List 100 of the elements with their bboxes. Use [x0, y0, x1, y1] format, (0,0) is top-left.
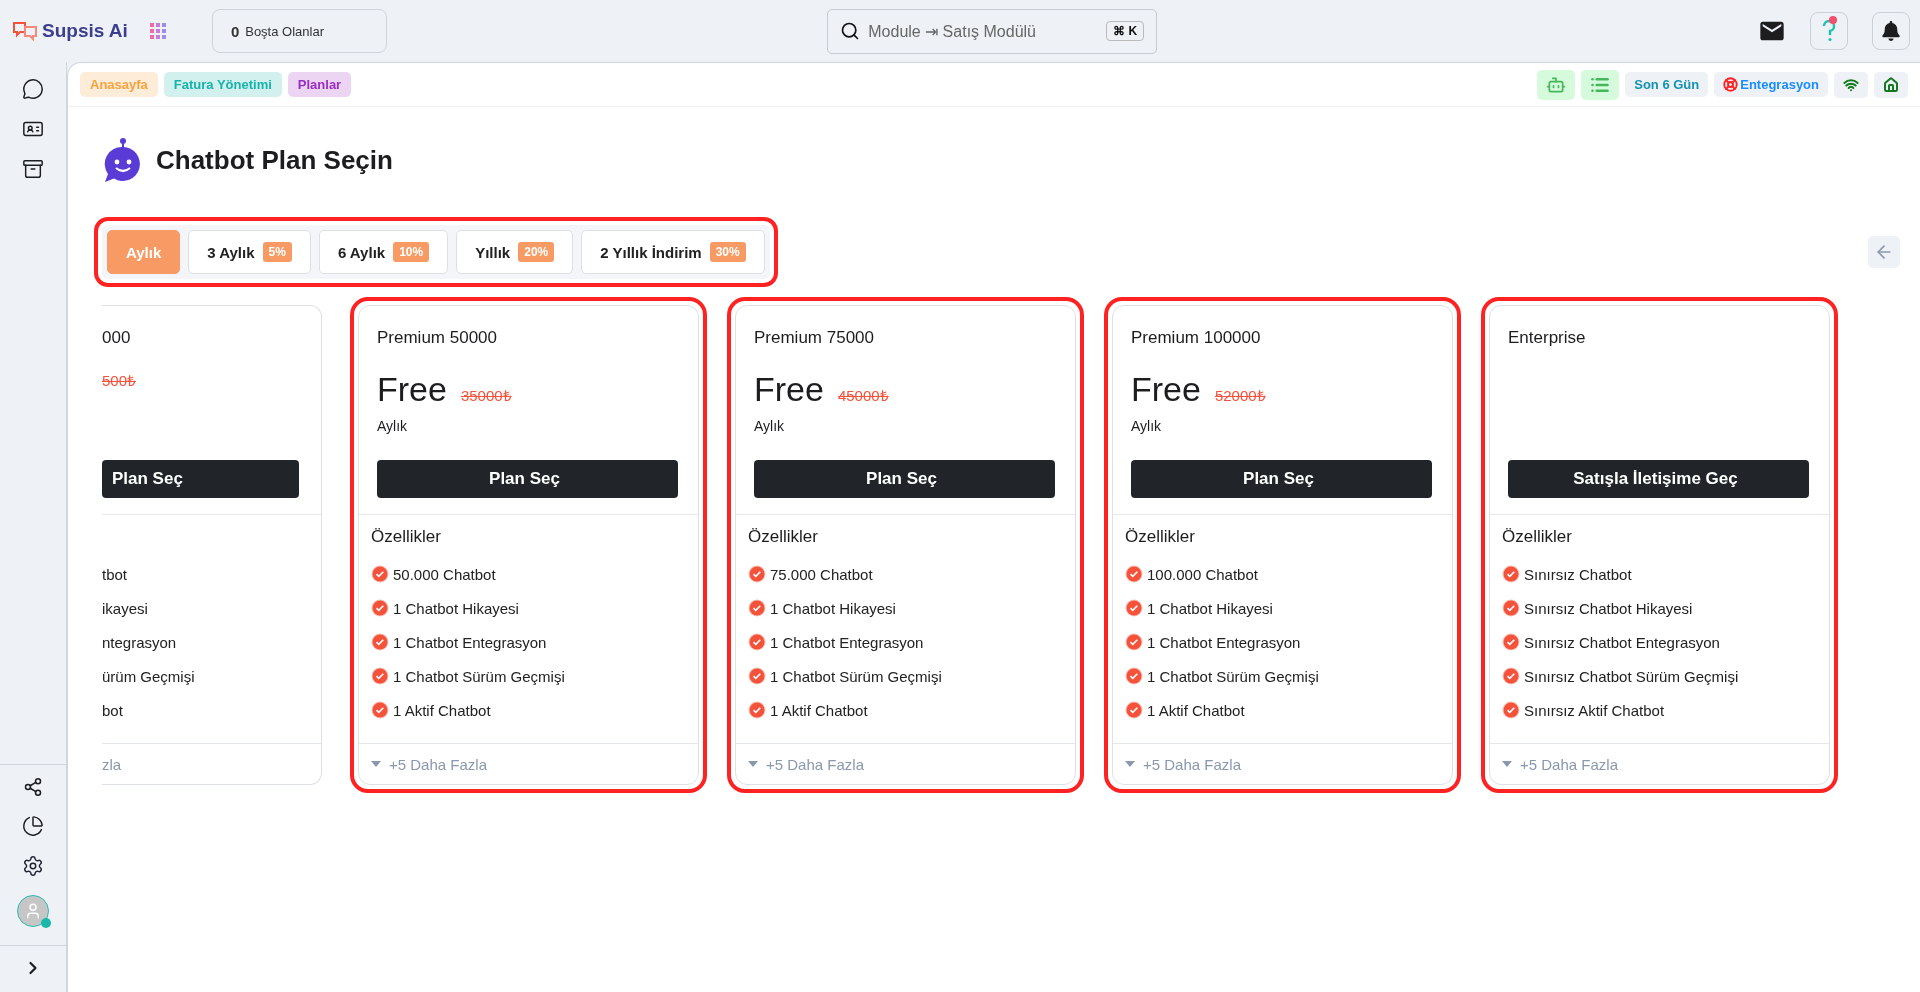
- check-icon: [1125, 667, 1143, 685]
- plan-name: Enterprise: [1508, 328, 1587, 348]
- check-icon: [1502, 667, 1520, 685]
- select-plan-button[interactable]: Plan Seç: [1131, 460, 1432, 498]
- check-icon: [748, 667, 766, 685]
- bot-status-chip[interactable]: [1537, 69, 1576, 100]
- old-price: 35000₺: [460, 386, 512, 405]
- breadcrumb-tab[interactable]: Planlar: [287, 72, 352, 97]
- billing-period: Aylık: [377, 418, 408, 434]
- archive-icon[interactable]: [22, 158, 44, 180]
- select-plan-button[interactable]: Satışla İletişime Geç: [1508, 460, 1809, 498]
- app-logo: Supsis Ai: [42, 20, 128, 42]
- check-icon: [748, 633, 766, 651]
- bell-icon: [1881, 21, 1901, 41]
- feature-text: 1 Aktif Chatbot: [1147, 701, 1245, 719]
- discount-badge: 5%: [262, 242, 292, 262]
- feature-text: 1 Chatbot Sürüm Geçmişi: [1147, 667, 1319, 685]
- feature-text: bot: [102, 701, 123, 719]
- old-price: 500₺: [102, 371, 137, 390]
- feature-text: 1 Chatbot Hikayesi: [393, 599, 519, 617]
- select-plan-button[interactable]: Plan Seç: [102, 460, 299, 498]
- feature-text: 1 Chatbot Hikayesi: [770, 599, 896, 617]
- discount-badge: 10%: [393, 242, 430, 262]
- feature-text: 1 Aktif Chatbot: [770, 701, 868, 719]
- check-icon: [1125, 633, 1143, 651]
- home-chip[interactable]: [1874, 71, 1908, 98]
- question-icon: [1822, 20, 1836, 42]
- check-icon: [371, 599, 389, 617]
- online-dot: [41, 918, 51, 928]
- feature-text: ikayesi: [102, 599, 148, 617]
- check-icon: [371, 667, 389, 685]
- feature-text: 1 Aktif Chatbot: [393, 701, 491, 719]
- check-icon: [371, 701, 389, 719]
- select-plan-button[interactable]: Plan Seç: [754, 460, 1055, 498]
- check-icon: [371, 633, 389, 651]
- plan-price: Free: [754, 370, 824, 409]
- feature-text: Sınırsız Chatbot Entegrasyon: [1524, 633, 1720, 651]
- list-status-chip[interactable]: [1581, 69, 1620, 100]
- feature-text: 1 Chatbot Hikayesi: [1147, 599, 1273, 617]
- feature-text: ntegrasyon: [102, 633, 177, 651]
- features-title: Özellikler: [748, 527, 818, 546]
- check-icon: [1125, 599, 1143, 617]
- period-tab[interactable]: 3 Aylık 5%: [188, 230, 311, 274]
- search-field[interactable]: Module ⇥ Satış Modülü ⌘ K: [827, 8, 1158, 54]
- feature-text: 1 Chatbot Entegrasyon: [393, 633, 547, 651]
- wifi-chip[interactable]: [1834, 71, 1868, 98]
- features-title: Özellikler: [1502, 527, 1572, 546]
- wifi-icon: [1843, 76, 1859, 93]
- feature-text: Sınırsız Chatbot: [1524, 565, 1632, 583]
- plan-name: Premium 100000: [1131, 328, 1262, 348]
- check-icon: [1502, 633, 1520, 651]
- discount-badge: 30%: [709, 242, 746, 262]
- check-icon: [371, 565, 389, 583]
- chat-icon[interactable]: [22, 78, 44, 100]
- billing-period: Aylık: [1131, 418, 1162, 434]
- feature-text: Sınırsız Chatbot Sürüm Geçmişi: [1524, 667, 1739, 685]
- idle-agents-button[interactable]: 0 Boşta Olanlar: [211, 9, 387, 53]
- apps-grid-icon[interactable]: [149, 23, 166, 39]
- logo-icon: [12, 20, 38, 42]
- feature-text: Sınırsız Chatbot Hikayesi: [1524, 599, 1693, 617]
- period-tab[interactable]: 2 Yıllık İndirim 30%: [581, 230, 765, 274]
- old-price: 45000₺: [837, 386, 889, 405]
- features-title: Özellikler: [371, 527, 441, 546]
- discount-badge: 20%: [518, 242, 555, 262]
- caret-icon: [1125, 761, 1135, 767]
- check-icon: [748, 565, 766, 583]
- help-button[interactable]: [1810, 12, 1848, 50]
- period-tab[interactable]: Yıllık 20%: [456, 230, 574, 274]
- feature-text: 1 Chatbot Sürüm Geçmişi: [393, 667, 565, 685]
- plan-name: 000: [102, 328, 132, 348]
- check-icon: [748, 701, 766, 719]
- check-icon: [1502, 701, 1520, 719]
- plan-price: Free: [1131, 370, 1201, 409]
- share-icon[interactable]: [23, 777, 43, 797]
- plan-name: Premium 75000: [754, 328, 875, 348]
- check-icon: [1502, 599, 1520, 617]
- caret-icon: [748, 761, 758, 767]
- plan-name: Premium 50000: [377, 328, 498, 348]
- feature-text: 50.000 Chatbot: [393, 565, 496, 583]
- page-title: Chatbot Plan Seçin: [156, 144, 393, 176]
- plan-price: Free: [377, 370, 447, 409]
- check-icon: [1502, 565, 1520, 583]
- feature-text: 1 Chatbot Entegrasyon: [1147, 633, 1301, 651]
- feature-text: Sınırsız Aktif Chatbot: [1524, 701, 1665, 719]
- pie-chart-icon[interactable]: [22, 815, 44, 837]
- notifications-button[interactable]: [1872, 12, 1910, 50]
- shortcut-key: ⌘ K: [1106, 21, 1145, 41]
- old-price: 52000₺: [1214, 386, 1266, 405]
- feature-text: tbot: [102, 565, 128, 583]
- settings-icon[interactable]: [22, 855, 44, 877]
- feature-text: 1 Chatbot Entegrasyon: [770, 633, 924, 651]
- feature-text: 1 Chatbot Sürüm Geçmişi: [770, 667, 942, 685]
- feature-text: ürüm Geçmişi: [102, 667, 195, 685]
- select-plan-button[interactable]: Plan Seç: [377, 460, 678, 498]
- check-icon: [1125, 565, 1143, 583]
- search-icon: [840, 21, 861, 41]
- check-icon: [1125, 701, 1143, 719]
- lifebuoy-icon: [1723, 77, 1739, 92]
- period-tab[interactable]: 6 Aylık 10%: [318, 230, 449, 274]
- check-icon: [748, 599, 766, 617]
